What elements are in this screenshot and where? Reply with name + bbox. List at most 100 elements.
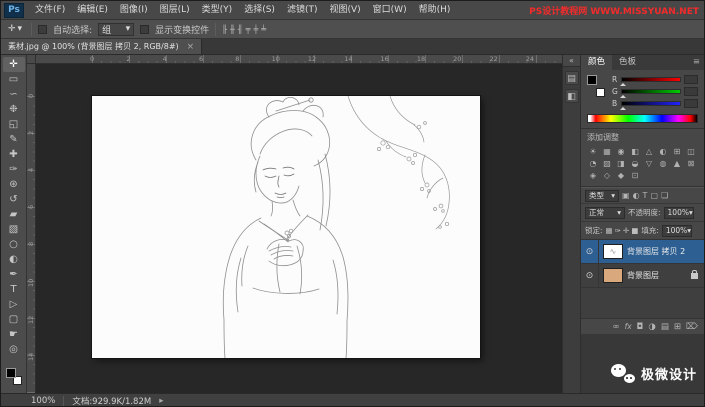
adjustment-icon[interactable]: ☀ <box>586 146 600 158</box>
tool-shape[interactable]: ▢ <box>3 312 25 327</box>
align-icon[interactable]: ╫ <box>230 25 235 34</box>
align-icon[interactable]: ╤ <box>246 25 251 34</box>
menu-filter[interactable]: 滤镜(T) <box>281 1 324 19</box>
adjustment-icon[interactable]: ◆ <box>614 170 628 182</box>
tool-brush[interactable]: ✑ <box>3 162 25 177</box>
auto-select-dropdown[interactable]: 组 ▾ <box>98 22 135 36</box>
delete-layer-icon[interactable]: ⌦ <box>686 322 698 332</box>
foreground-color-swatch[interactable] <box>5 368 16 378</box>
tool-healing-brush[interactable]: ✚ <box>3 147 25 162</box>
document-tab[interactable]: 素材.jpg @ 100% (背景图层 拷贝 2, RGB/8#) × <box>1 39 203 54</box>
background-color-swatch[interactable] <box>596 88 605 97</box>
adjustment-icon[interactable]: ◒ <box>628 158 642 170</box>
adjustment-icon[interactable]: △ <box>642 146 656 158</box>
menu-layer[interactable]: 图层(L) <box>154 1 196 19</box>
adjustment-icon[interactable]: ▽ <box>642 158 656 170</box>
adjustment-icon[interactable]: ◐ <box>656 146 670 158</box>
visibility-eye-icon[interactable]: ⊙ <box>581 264 599 287</box>
auto-select-checkbox[interactable] <box>38 24 48 34</box>
foreground-background-swatches[interactable] <box>5 368 23 385</box>
menu-window[interactable]: 窗口(W) <box>367 1 413 19</box>
blue-slider[interactable] <box>620 101 681 110</box>
collapsed-panel-icon[interactable]: ▤ <box>564 71 579 85</box>
tool-blur[interactable]: ○ <box>3 237 25 252</box>
lock-icon[interactable]: ✛ <box>623 226 629 235</box>
adjustment-icon[interactable]: ⊞ <box>670 146 684 158</box>
adjustment-icon[interactable]: ⊠ <box>684 158 698 170</box>
tab-color[interactable]: 颜色 <box>581 55 613 70</box>
lock-icon[interactable]: ▦ <box>606 226 613 235</box>
layer-filter-icon[interactable]: ▣ <box>622 191 630 200</box>
color-spectrum-ramp[interactable] <box>587 114 698 123</box>
tool-hand[interactable]: ☛ <box>3 327 25 342</box>
align-icon[interactable]: ╧ <box>261 25 266 34</box>
adjustment-icon[interactable]: ◧ <box>628 146 642 158</box>
adjustment-icon[interactable]: ◍ <box>656 158 670 170</box>
blend-mode-dropdown[interactable]: 正常 ▾ <box>585 206 625 219</box>
adjustment-icon[interactable]: ⊡ <box>628 170 642 182</box>
green-slider[interactable] <box>620 89 681 98</box>
layer-filter-icon[interactable]: T <box>643 191 648 200</box>
adjustment-icon[interactable]: ◈ <box>586 170 600 182</box>
visibility-eye-icon[interactable]: ⊙ <box>581 240 599 263</box>
horizontal-ruler[interactable]: 0 2 4 6 8 10 12 14 16 18 20 22 24 <box>27 55 562 64</box>
new-layer-icon[interactable]: ⊞ <box>674 322 681 332</box>
adjustment-icon[interactable]: ▦ <box>600 146 614 158</box>
align-icon[interactable]: ╢ <box>238 25 243 34</box>
tool-path-select[interactable]: ▷ <box>3 297 25 312</box>
vertical-ruler[interactable]: 0 2 4 6 8 10 12 14 <box>27 55 36 393</box>
tab-swatches[interactable]: 色板 <box>612 55 643 70</box>
link-layers-icon[interactable]: ∞ <box>612 322 619 332</box>
lock-icon[interactable]: ■ <box>631 226 638 235</box>
tool-clone-stamp[interactable]: ⊛ <box>3 177 25 192</box>
foreground-color-swatch[interactable] <box>587 75 597 85</box>
lock-icon[interactable]: ✑ <box>615 226 621 235</box>
layer-filter-icon[interactable]: ❏ <box>661 191 668 200</box>
layer-filter-icon[interactable]: ◐ <box>633 191 640 200</box>
canvas-area[interactable]: 0 2 4 6 8 10 12 14 16 18 20 22 24 0 2 4 6 8 10 12 14 <box>27 55 562 393</box>
menu-help[interactable]: 帮助(H) <box>413 1 457 19</box>
align-icon[interactable]: ╪ <box>253 25 258 34</box>
adjustment-icon[interactable]: ◔ <box>586 158 600 170</box>
layer-thumbnail[interactable]: ∿ <box>603 244 623 259</box>
tool-quick-select[interactable]: ❉ <box>3 102 25 117</box>
tool-gradient[interactable]: ▧ <box>3 222 25 237</box>
tool-dodge[interactable]: ◐ <box>3 252 25 267</box>
tool-move[interactable]: ✛ <box>2 57 25 72</box>
layer-thumbnail[interactable] <box>603 268 623 283</box>
blue-value-field[interactable] <box>684 99 698 108</box>
adjustment-icon[interactable]: ◫ <box>684 146 698 158</box>
menu-view[interactable]: 视图(V) <box>323 1 366 19</box>
show-transform-checkbox[interactable] <box>140 24 150 34</box>
tool-eyedropper[interactable]: ✎ <box>3 132 25 147</box>
opacity-field[interactable]: 100% ▾ <box>663 206 694 219</box>
layer-style-fx-icon[interactable]: fx <box>625 322 632 331</box>
align-icon[interactable]: ╟ <box>222 25 227 34</box>
menu-edit[interactable]: 编辑(E) <box>71 1 114 19</box>
green-value-field[interactable] <box>684 87 698 96</box>
collapsed-panel-icon[interactable]: ◧ <box>564 89 579 103</box>
red-slider[interactable] <box>620 77 681 86</box>
menu-file[interactable]: 文件(F) <box>29 1 71 19</box>
status-menu-arrow-icon[interactable]: ▸ <box>159 396 163 406</box>
fill-field[interactable]: 100% ▾ <box>661 224 692 237</box>
tool-type[interactable]: T <box>3 282 25 297</box>
document-canvas[interactable] <box>92 95 480 359</box>
layer-row[interactable]: ⊙ ∿ 背景图层 拷贝 2 <box>581 240 704 264</box>
expand-panels-button[interactable]: « <box>563 55 580 67</box>
adjustment-icon[interactable]: ▨ <box>600 158 614 170</box>
tool-marquee[interactable]: ▭ <box>3 72 25 87</box>
layer-filter-dropdown[interactable]: 类型 ▾ <box>585 189 619 202</box>
menu-select[interactable]: 选择(S) <box>238 1 281 19</box>
adjustment-icon[interactable]: ◨ <box>614 158 628 170</box>
adjustment-icon[interactable]: ◇ <box>600 170 614 182</box>
layer-row[interactable]: ⊙ 背景图层 <box>581 264 704 288</box>
adjustment-icon[interactable]: ◉ <box>614 146 628 158</box>
layer-filter-icon[interactable]: ▢ <box>650 191 658 200</box>
tool-eraser[interactable]: ▰ <box>3 207 25 222</box>
tool-crop[interactable]: ◱ <box>3 117 25 132</box>
tool-zoom[interactable]: ◎ <box>3 342 25 357</box>
tool-pen[interactable]: ✒ <box>3 267 25 282</box>
tool-history-brush[interactable]: ↺ <box>3 192 25 207</box>
adjustment-icon[interactable]: ▲ <box>670 158 684 170</box>
